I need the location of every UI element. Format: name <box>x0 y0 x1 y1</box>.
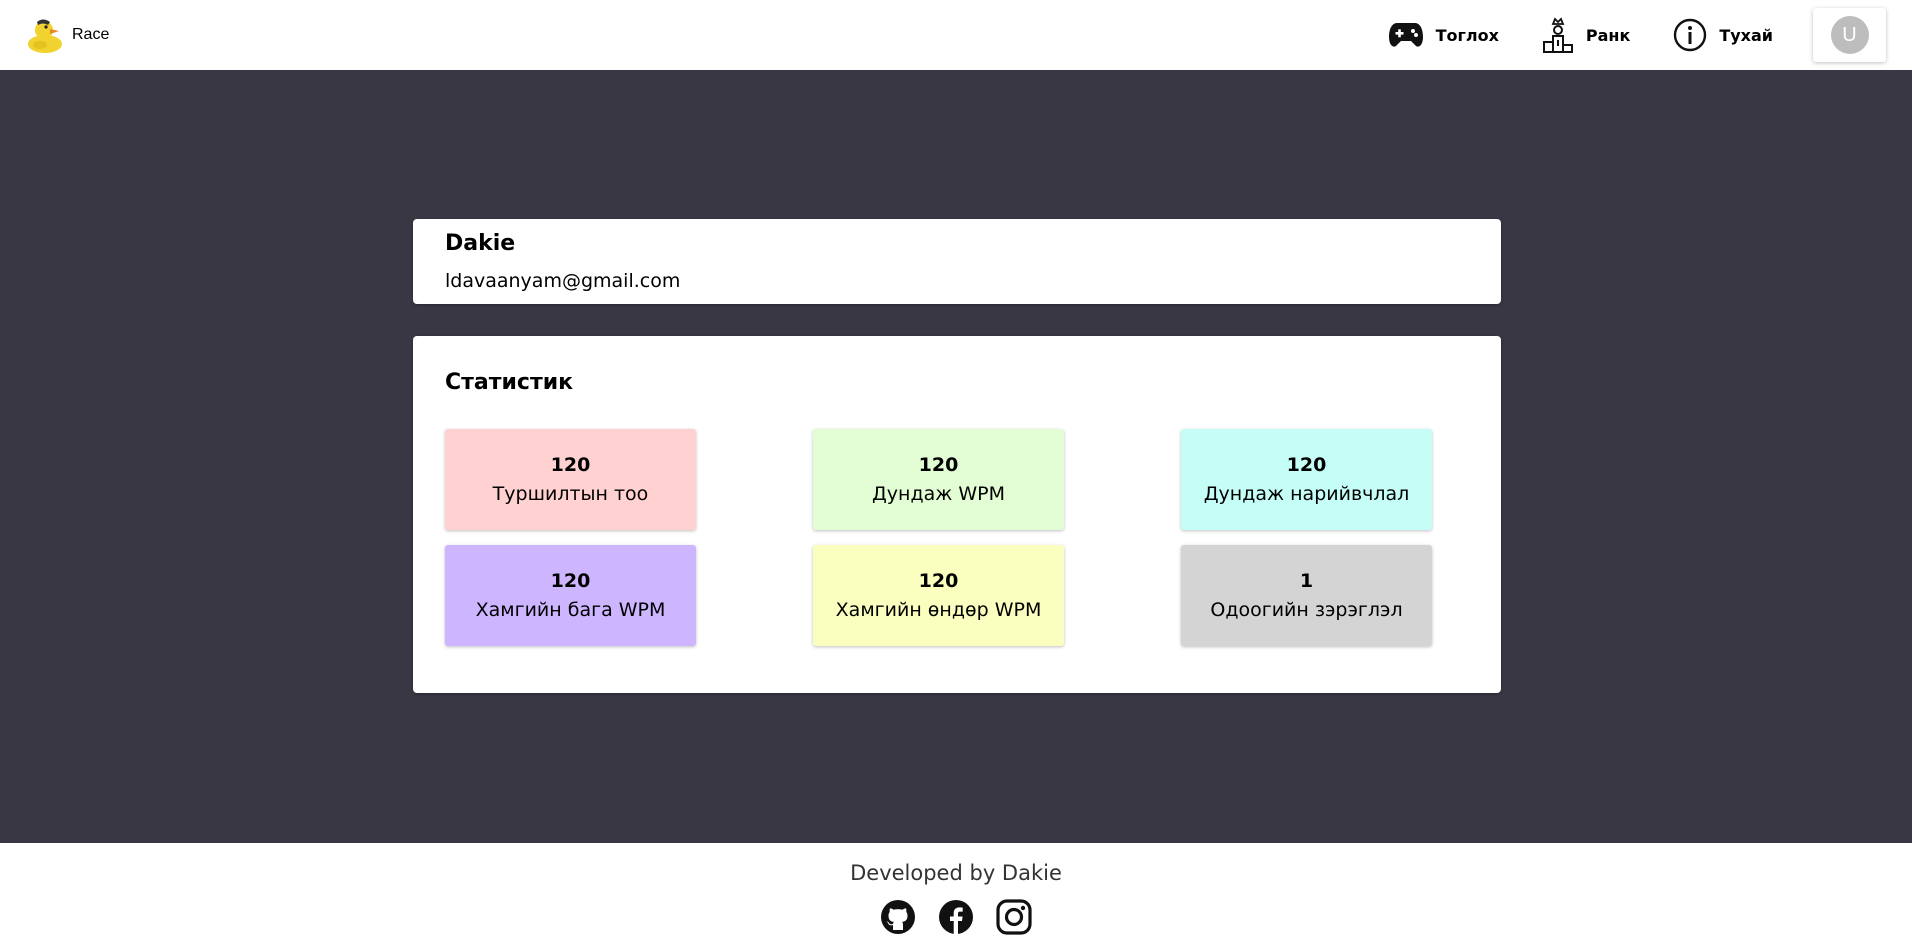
github-icon[interactable] <box>880 899 916 935</box>
profile-card: Dakie ldavaanyam@gmail.com <box>413 219 1501 304</box>
stat-average-wpm: 120 Дундаж WPM <box>813 429 1064 530</box>
footer: Developed by Dakie <box>0 843 1912 952</box>
stat-label: Дундаж нарийвчлал <box>1203 482 1410 505</box>
stat-label: Туршилтын тоо <box>492 482 649 505</box>
stat-average-accuracy: 120 Дундаж нарийвчлал <box>1181 429 1432 530</box>
stat-label: Одоогийн зэрэглэл <box>1210 598 1403 621</box>
stat-label: Хамгийн өндөр WPM <box>835 598 1042 621</box>
info-icon <box>1674 18 1707 52</box>
nav-about-label: Тухай <box>1719 25 1773 45</box>
profile-name: Dakie <box>445 231 516 256</box>
stat-attempts: 120 Туршилтын тоо <box>445 429 696 530</box>
avatar: U <box>1830 16 1869 54</box>
gamepad-icon <box>1388 23 1423 47</box>
brand-name: Race <box>72 26 110 43</box>
nav-play[interactable]: Тоглох <box>1388 21 1499 49</box>
stat-value: 120 <box>918 569 959 592</box>
profile-email: ldavaanyam@gmail.com <box>445 270 681 292</box>
nav-rank[interactable]: Ранк <box>1542 16 1630 54</box>
statistics-title: Статистик <box>445 370 574 395</box>
social-links <box>0 899 1912 935</box>
footer-credit: Developed by Dakie <box>850 861 1062 885</box>
duck-logo-icon <box>28 19 62 53</box>
podium-icon <box>1542 17 1573 53</box>
facebook-icon[interactable] <box>938 899 974 935</box>
stat-value: 120 <box>1286 453 1327 476</box>
stat-label: Хамгийн бага WPM <box>475 598 666 621</box>
stat-highest-wpm: 120 Хамгийн өндөр WPM <box>813 545 1064 646</box>
user-menu-button[interactable]: U <box>1813 8 1886 62</box>
stat-value: 1 <box>1299 569 1314 592</box>
stat-value: 120 <box>918 453 959 476</box>
nav-rank-label: Ранк <box>1585 25 1631 45</box>
stat-lowest-wpm: 120 Хамгийн бага WPM <box>445 545 696 646</box>
stat-current-rank: 1 Одоогийн зэрэглэл <box>1181 545 1432 646</box>
nav-play-label: Тоглох <box>1435 25 1499 45</box>
stat-value: 120 <box>550 453 591 476</box>
stat-value: 120 <box>550 569 591 592</box>
brand-link[interactable]: Race <box>26 15 109 55</box>
main-nav: Тоглох Ранк Тухай U <box>1345 0 1886 70</box>
stat-label: Дундаж WPM <box>871 482 1006 505</box>
instagram-icon[interactable] <box>996 899 1032 935</box>
statistics-card: Статистик 120 Туршилтын тоо 120 Дундаж W… <box>413 336 1501 693</box>
nav-about[interactable]: Тухай <box>1673 18 1773 52</box>
top-navbar: Race Тоглох Ранк Тухай U <box>0 0 1912 70</box>
